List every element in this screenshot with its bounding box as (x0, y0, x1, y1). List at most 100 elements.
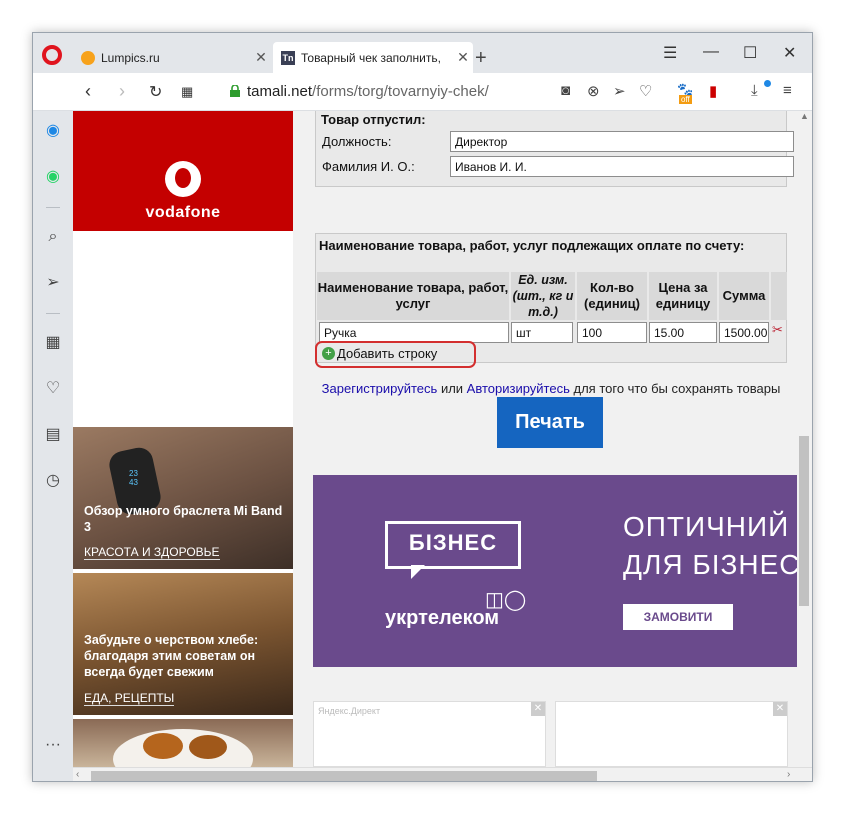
easy-setup-icon[interactable]: ≡ (783, 82, 792, 99)
bookmark-extension-icon[interactable]: ▮ (709, 82, 717, 100)
login-link[interactable]: Авторизируйтесь (467, 381, 570, 396)
speed-dial-icon[interactable]: ▦ (43, 333, 63, 353)
sidebar: ◉ ◉ ⌕ ➢ ▦ ♡ ▤ ◷ ··· (33, 111, 73, 781)
tab-menu-icon[interactable]: ☰ (663, 43, 677, 63)
row-price-input[interactable]: 15.00 (649, 322, 717, 343)
position-label: Должность: (322, 134, 392, 149)
row-name-input[interactable]: Ручка (319, 322, 509, 343)
register-link[interactable]: Зарегистрируйтесь (322, 381, 438, 396)
card-category: КРАСОТА И ЗДОРОВЬЕ (84, 545, 220, 560)
search-icon[interactable]: ⌕ (43, 227, 63, 247)
back-icon[interactable]: ‹ (85, 81, 91, 102)
ad-card-bread[interactable]: Забудьте о черством хлебе: благодаря эти… (73, 573, 293, 715)
scroll-right-icon[interactable]: › (787, 769, 790, 780)
banner-line2: ДЛЯ БІЗНЕС (623, 549, 801, 580)
vodafone-logo-icon (165, 161, 201, 197)
tab-title: Lumpics.ru (101, 50, 160, 65)
position-input[interactable]: Директор (450, 131, 794, 152)
print-button[interactable]: Печать (497, 397, 603, 448)
speed-dial-icon[interactable]: ▦ (181, 84, 193, 100)
order-button[interactable]: ЗАМОВИТИ (623, 604, 733, 630)
horizontal-scrollbar[interactable]: ‹ › (73, 767, 812, 781)
goods-section: Наименование товара, работ, услуг подлеж… (315, 233, 787, 368)
close-window-icon[interactable]: ✕ (783, 43, 796, 63)
left-ads-column: vodafone 23 43 Обзор умного браслета Mi … (73, 111, 293, 767)
sidebar-divider (46, 207, 60, 208)
cutlet-image (189, 735, 227, 759)
camera-icon[interactable]: ◙ (561, 82, 570, 99)
vodafone-ad[interactable]: vodafone (73, 111, 293, 231)
address-bar: ‹ › ↻ ▦ tamali.net/forms/torg/tovarnyiy-… (33, 73, 812, 111)
header-sum: Сумма (719, 272, 769, 320)
download-dot-icon (764, 80, 771, 87)
adblock-icon[interactable]: ⊗ (587, 82, 600, 100)
send-icon[interactable]: ➢ (613, 82, 626, 100)
header-unit-text: Ед. изм. (шт., кг и т.д.) (512, 273, 574, 319)
opera-menu-icon[interactable] (42, 45, 62, 65)
tab-strip: Lumpics.ru ✕ Tn Товарный чек заполнить, … (33, 33, 812, 73)
register-note: Зарегистрируйтесь или Авторизируйтесь дл… (315, 381, 787, 397)
close-ad-icon[interactable]: ✕ (773, 702, 787, 716)
name-label: Фамилия И. О.: (322, 159, 415, 174)
scroll-thumb-h[interactable] (91, 771, 597, 781)
url-input[interactable]: tamali.net/forms/torg/tovarnyiy-chek/ (247, 83, 489, 100)
maximize-icon[interactable]: ☐ (743, 43, 757, 63)
tab-title: Товарный чек заполнить, (301, 50, 441, 65)
send-icon[interactable]: ➢ (43, 273, 63, 293)
more-icon[interactable]: ··· (43, 735, 63, 755)
url-path: /forms/torg/tovarnyiy-chek/ (312, 83, 489, 100)
reload-icon[interactable]: ↻ (149, 82, 162, 102)
ad-card-miband[interactable]: 23 43 Обзор умного браслета Mi Band 3 КР… (73, 427, 293, 569)
brand-name: укртелеком (385, 607, 500, 629)
add-icon: + (322, 347, 335, 360)
forward-icon[interactable]: › (119, 81, 125, 102)
plate-image (113, 729, 253, 767)
whatsapp-icon[interactable]: ◉ (43, 167, 63, 187)
yandex-label: Яндекс.Директ (318, 706, 381, 716)
add-row-button[interactable]: + Добавить строку (322, 346, 437, 361)
heart-icon[interactable]: ♡ (43, 379, 63, 399)
vertical-scrollbar[interactable]: ▲ (797, 111, 811, 767)
history-icon[interactable]: ◷ (43, 471, 63, 491)
add-row-label: Добавить строку (337, 346, 438, 361)
download-icon[interactable]: ⤓ (751, 82, 758, 99)
lumpics-favicon-icon (81, 50, 95, 65)
ukrtelecom-banner[interactable]: БІЗНЕС укртелеком ◫◯ ОПТИЧНИЙ ДЛЯ БІЗНЕС… (313, 475, 808, 667)
new-tab-button[interactable]: + (475, 47, 487, 70)
bubble-text: БІЗНЕС (408, 530, 498, 555)
scroll-up-icon[interactable]: ▲ (800, 111, 809, 121)
cutlet-image (143, 733, 183, 759)
header-unit: Ед. изм. (шт., кг и т.д.) (511, 272, 575, 320)
or-text: или (440, 381, 464, 396)
name-input[interactable]: Иванов И. И. (450, 156, 794, 177)
yandex-block-left[interactable]: Яндекс.Директ ✕ (313, 701, 546, 767)
tab-close-icon[interactable]: ✕ (251, 49, 271, 66)
yandex-block-right[interactable]: ✕ (555, 701, 788, 767)
card-title: Обзор умного браслета Mi Band 3 (84, 504, 283, 534)
tab-tamali[interactable]: Tn Товарный чек заполнить, ✕ (273, 42, 473, 73)
ad-card-food[interactable] (73, 719, 293, 767)
sidebar-divider (46, 313, 60, 314)
tab-close-icon[interactable]: ✕ (453, 49, 473, 66)
banner-line1: ОПТИЧНИЙ (623, 511, 790, 542)
row-qty-input[interactable]: 100 (577, 322, 647, 343)
scroll-thumb[interactable] (799, 436, 809, 606)
header-price: Цена за единицу (649, 272, 717, 320)
header-actions (771, 272, 787, 320)
tab-lumpics[interactable]: Lumpics.ru ✕ (73, 42, 271, 73)
row-sum-input[interactable]: 1500.00 (719, 322, 769, 343)
messenger-icon[interactable]: ◉ (43, 121, 63, 141)
save-text: для того что бы сохранять товары (573, 381, 781, 396)
card-title: Забудьте о черством хлебе: благодаря эти… (84, 633, 259, 679)
heart-icon[interactable]: ♡ (639, 82, 652, 100)
main-content: Товар отпустил: Должность: Директор Фами… (303, 111, 808, 767)
tamali-favicon-icon: Tn (281, 50, 295, 65)
row-unit-input[interactable]: шт (511, 322, 573, 343)
minimize-icon[interactable]: — (703, 43, 719, 61)
delete-row-icon[interactable]: ✂ (772, 322, 783, 338)
lock-icon (230, 85, 240, 97)
news-icon[interactable]: ▤ (43, 425, 63, 445)
close-ad-icon[interactable]: ✕ (531, 702, 545, 716)
chat-icons: ◫◯ (485, 589, 527, 611)
scroll-left-icon[interactable]: ‹ (76, 769, 79, 780)
